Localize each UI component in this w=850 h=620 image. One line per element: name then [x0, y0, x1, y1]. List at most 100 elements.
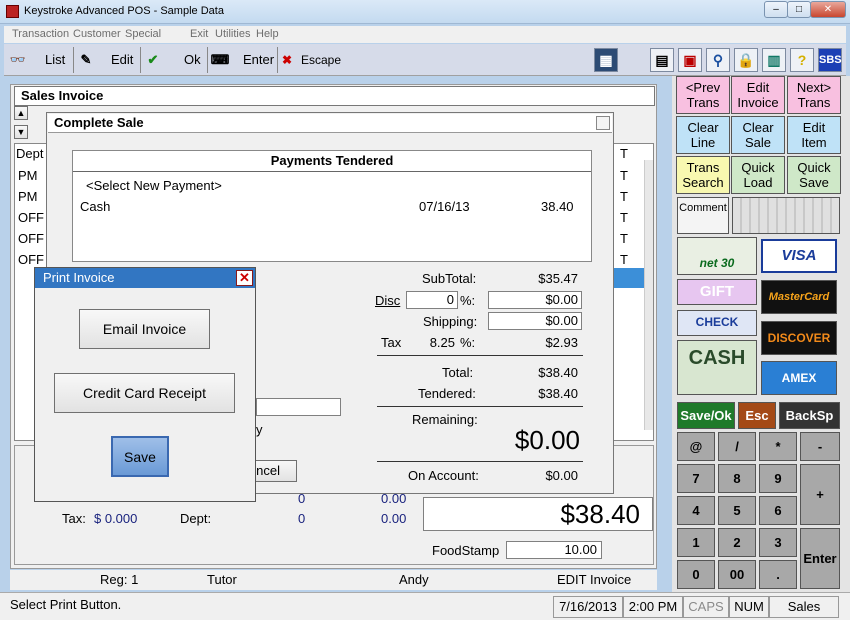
minimize-button[interactable]: –: [764, 1, 788, 18]
clear-sale-button[interactable]: Clear Sale: [731, 116, 785, 154]
clear-line-button[interactable]: Clear Line: [676, 116, 730, 154]
menu-utilities[interactable]: Utilities: [215, 28, 250, 40]
discover-button[interactable]: DISCOVER: [761, 321, 837, 355]
net30-button[interactable]: net 30: [677, 237, 757, 275]
enter-icon: ⌨: [210, 52, 230, 67]
row-dept: OFF: [18, 252, 44, 267]
mastercard-button[interactable]: MasterCard: [761, 280, 837, 314]
ok-button[interactable]: ✔ Ok: [143, 48, 205, 72]
grand-total: $38.40: [423, 497, 653, 531]
backsp-button[interactable]: BackSp: [779, 402, 840, 429]
edit-invoice-button[interactable]: Edit Invoice: [731, 76, 785, 114]
menu-transaction[interactable]: Transaction: [12, 28, 69, 40]
quick-save-button[interactable]: Quick Save: [787, 156, 841, 194]
list-button[interactable]: 👓 List: [8, 48, 72, 72]
edit-mode: EDIT Invoice: [557, 572, 632, 587]
grid-icon[interactable]: ▦: [594, 48, 618, 72]
scroll-down-button[interactable]: ▼: [14, 125, 28, 139]
quick-load-button[interactable]: Quick Load: [731, 156, 785, 194]
key-3[interactable]: 3: [759, 528, 797, 557]
maximize-button[interactable]: □: [787, 1, 811, 18]
key-8[interactable]: 8: [718, 464, 756, 493]
hidden-input-field[interactable]: [256, 398, 341, 416]
dialog-restore-icon[interactable]: [596, 116, 610, 130]
tax-rate-label: Tax: [381, 335, 402, 350]
menu-exit[interactable]: Exit: [190, 28, 208, 40]
key-5[interactable]: 5: [718, 496, 756, 525]
calculator-icon[interactable]: ▤: [650, 48, 674, 72]
edit-button[interactable]: ✎ Edit: [76, 48, 138, 72]
key-6[interactable]: 6: [759, 496, 797, 525]
next-trans-button[interactable]: Next> Trans: [787, 76, 841, 114]
key-1[interactable]: 1: [677, 528, 715, 557]
sbs-logo-icon[interactable]: SBS: [818, 48, 842, 72]
calendar-icon[interactable]: ▣: [678, 48, 702, 72]
credit-card-receipt-button[interactable]: Credit Card Receipt: [54, 373, 235, 413]
subtotal-label: SubTotal:: [422, 271, 477, 286]
amex-button[interactable]: AMEX: [761, 361, 837, 395]
key-decimal[interactable]: .: [759, 560, 797, 589]
status-message: Select Print Button.: [10, 597, 122, 612]
key-4[interactable]: 4: [677, 496, 715, 525]
tax-amount: $2.93: [545, 335, 578, 350]
row-dept: PM: [18, 168, 38, 183]
cash-button[interactable]: CASH: [677, 340, 757, 395]
key-2[interactable]: 2: [718, 528, 756, 557]
key-00[interactable]: 00: [718, 560, 756, 589]
lock-icon[interactable]: 🔒: [734, 48, 758, 72]
help-icon[interactable]: ?: [790, 48, 814, 72]
key-9[interactable]: 9: [759, 464, 797, 493]
status-caps: CAPS: [683, 596, 729, 618]
dept-column-header: Dept: [16, 146, 44, 161]
drawer-icon[interactable]: ▥: [762, 48, 786, 72]
menu-bar: Transaction Customer Special Exit Utilit…: [4, 26, 846, 43]
email-invoice-button[interactable]: Email Invoice: [79, 309, 210, 349]
esc-button[interactable]: Esc: [738, 402, 776, 429]
key-at[interactable]: @: [677, 432, 715, 461]
disc-percent-field[interactable]: 0: [406, 291, 458, 309]
row-t: T: [620, 252, 628, 267]
key-minus[interactable]: -: [800, 432, 840, 461]
tendered-value: $38.40: [538, 386, 578, 401]
key-plus[interactable]: +: [800, 464, 840, 525]
menu-help[interactable]: Help: [256, 28, 279, 40]
key-7[interactable]: 7: [677, 464, 715, 493]
sales-invoice-header: Sales Invoice: [14, 86, 655, 106]
comment-button[interactable]: Comment: [677, 197, 729, 234]
close-window-button[interactable]: ✕: [810, 1, 846, 18]
trans-search-button[interactable]: Trans Search: [676, 156, 730, 194]
payment-method[interactable]: Cash: [80, 199, 110, 214]
key-enter[interactable]: Enter: [800, 528, 840, 589]
visa-button[interactable]: VISA: [761, 239, 837, 273]
edit-item-button[interactable]: Edit Item: [787, 116, 841, 154]
row-dept: OFF: [18, 231, 44, 246]
key-slash[interactable]: /: [718, 432, 756, 461]
enter-button[interactable]: ⌨ Enter: [210, 48, 276, 72]
save-button[interactable]: Save: [111, 436, 169, 477]
menu-special[interactable]: Special: [125, 28, 161, 40]
close-dialog-icon[interactable]: ✕: [236, 270, 253, 286]
menu-customer[interactable]: Customer: [73, 28, 121, 40]
payment-date: 07/16/13: [419, 199, 470, 214]
key-0[interactable]: 0: [677, 560, 715, 589]
select-new-payment[interactable]: <Select New Payment>: [86, 178, 222, 193]
check-button[interactable]: CHECK: [677, 310, 757, 336]
partial-label: y: [256, 422, 263, 437]
disc-amount-field[interactable]: $0.00: [488, 291, 582, 309]
foodstamp-field[interactable]: 10.00: [506, 541, 602, 559]
disc-pct-sign: %:: [460, 293, 476, 308]
save-ok-button[interactable]: Save/Ok: [677, 402, 735, 429]
shipping-field[interactable]: $0.00: [488, 312, 582, 330]
scroll-up-button[interactable]: ▲: [14, 106, 28, 120]
prev-trans-button[interactable]: <Prev Trans: [676, 76, 730, 114]
gift-button[interactable]: GIFT: [677, 279, 757, 305]
grid-scrollbar[interactable]: [644, 160, 653, 430]
magnifier-icon[interactable]: ⚲: [706, 48, 730, 72]
status-time: 2:00 PM: [623, 596, 683, 618]
key-asterisk[interactable]: *: [759, 432, 797, 461]
selected-row-highlight: [614, 268, 644, 288]
escape-button[interactable]: ✖ Escape: [280, 48, 342, 72]
total-value: $38.40: [538, 365, 578, 380]
dept-label: Dept:: [180, 511, 212, 526]
keyboard-icon[interactable]: [732, 197, 840, 234]
